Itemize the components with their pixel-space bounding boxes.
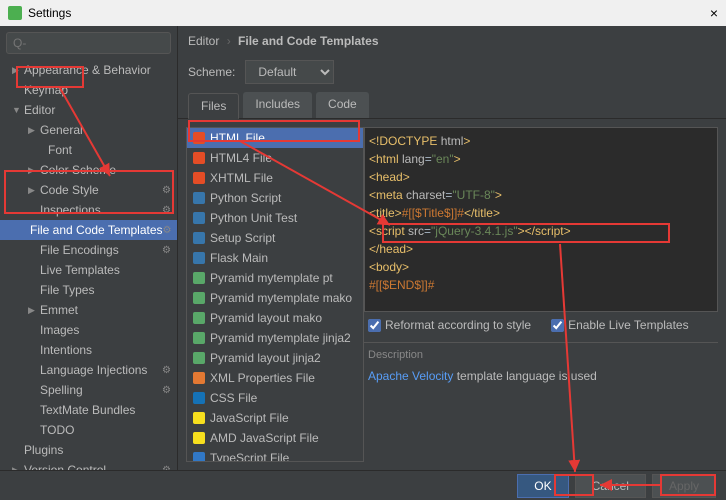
sidebar-item[interactable]: ▼Editor — [0, 100, 177, 120]
gear-icon: ⚙ — [162, 245, 171, 256]
sidebar-item[interactable]: File Encodings⚙ — [0, 240, 177, 260]
file-icon — [193, 352, 205, 364]
sidebar-item[interactable]: Images — [0, 320, 177, 340]
cancel-button[interactable]: Cancel — [575, 474, 646, 498]
file-icon — [193, 412, 205, 424]
template-item[interactable]: Pyramid layout jinja2 — [187, 348, 363, 368]
close-icon[interactable]: × — [710, 5, 718, 21]
sidebar-item[interactable]: ▶General — [0, 120, 177, 140]
sidebar-item[interactable]: Keymap — [0, 80, 177, 100]
search-input[interactable] — [6, 32, 171, 54]
template-item[interactable]: Pyramid mytemplate pt — [187, 268, 363, 288]
live-templates-option[interactable]: Enable Live Templates — [551, 318, 689, 332]
gear-icon: ⚙ — [162, 365, 171, 376]
title-bar: Settings × — [0, 0, 726, 26]
tabs: Files Includes Code — [178, 92, 726, 119]
sidebar-item[interactable]: ▶Color Scheme — [0, 160, 177, 180]
window-title: Settings — [28, 6, 71, 20]
gear-icon: ⚙ — [162, 385, 171, 396]
template-item[interactable]: TypeScript File — [187, 448, 363, 462]
sidebar-item[interactable]: Plugins — [0, 440, 177, 460]
gear-icon: ⚙ — [163, 225, 172, 236]
file-icon — [193, 392, 205, 404]
tab-includes[interactable]: Includes — [243, 92, 312, 118]
sidebar-item[interactable]: Live Templates — [0, 260, 177, 280]
template-item[interactable]: XHTML File — [187, 168, 363, 188]
gear-icon: ⚙ — [162, 185, 171, 196]
code-editor[interactable]: <!DOCTYPE html> <html lang="en"> <head> … — [364, 127, 718, 312]
template-item[interactable]: Setup Script — [187, 228, 363, 248]
file-icon — [193, 212, 205, 224]
sidebar-item[interactable]: TextMate Bundles — [0, 400, 177, 420]
template-item[interactable]: JavaScript File — [187, 408, 363, 428]
template-item[interactable]: Python Script — [187, 188, 363, 208]
template-item[interactable]: Python Unit Test — [187, 208, 363, 228]
reformat-option[interactable]: Reformat according to style — [368, 318, 531, 332]
template-item[interactable]: CSS File — [187, 388, 363, 408]
sidebar-item[interactable]: ▶Code Style⚙ — [0, 180, 177, 200]
template-item[interactable]: HTML File — [187, 128, 363, 148]
breadcrumb-current: File and Code Templates — [238, 34, 378, 48]
file-icon — [193, 192, 205, 204]
settings-tree: ▶Appearance & BehaviorKeymap▼Editor▶Gene… — [0, 60, 177, 470]
scheme-label: Scheme: — [188, 65, 235, 79]
description-body: Apache Velocity template language is use… — [368, 361, 714, 391]
settings-sidebar: ▶Appearance & BehaviorKeymap▼Editor▶Gene… — [0, 26, 178, 470]
content-pane: Editor › File and Code Templates Scheme:… — [178, 26, 726, 470]
file-icon — [193, 152, 205, 164]
file-icon — [193, 272, 205, 284]
file-icon — [193, 252, 205, 264]
sidebar-item[interactable]: ▶Version Control⚙ — [0, 460, 177, 470]
file-icon — [193, 232, 205, 244]
ok-button[interactable]: OK — [517, 474, 568, 498]
breadcrumb-root[interactable]: Editor — [188, 34, 219, 48]
sidebar-item[interactable]: TODO — [0, 420, 177, 440]
file-icon — [193, 372, 205, 384]
file-icon — [193, 452, 205, 462]
sidebar-item[interactable]: File Types — [0, 280, 177, 300]
sidebar-item[interactable]: Inspections⚙ — [0, 200, 177, 220]
file-icon — [193, 312, 205, 324]
description-title: Description — [368, 349, 714, 361]
template-item[interactable]: AMD JavaScript File — [187, 428, 363, 448]
tab-code[interactable]: Code — [316, 92, 369, 118]
template-item[interactable]: Flask Main — [187, 248, 363, 268]
template-item[interactable]: Pyramid mytemplate jinja2 — [187, 328, 363, 348]
chevron-right-icon: › — [227, 34, 231, 48]
file-icon — [193, 332, 205, 344]
live-checkbox[interactable] — [551, 319, 564, 332]
sidebar-item[interactable]: Spelling⚙ — [0, 380, 177, 400]
file-icon — [193, 432, 205, 444]
template-item[interactable]: HTML4 File — [187, 148, 363, 168]
template-list: HTML FileHTML4 FileXHTML FilePython Scri… — [186, 127, 364, 462]
template-item[interactable]: Pyramid mytemplate mako — [187, 288, 363, 308]
template-item[interactable]: XML Properties File — [187, 368, 363, 388]
file-icon — [193, 292, 205, 304]
apache-velocity-link[interactable]: Apache Velocity — [368, 369, 453, 383]
reformat-checkbox[interactable] — [368, 319, 381, 332]
sidebar-item[interactable]: ▶Emmet — [0, 300, 177, 320]
sidebar-item[interactable]: Language Injections⚙ — [0, 360, 177, 380]
file-icon — [193, 172, 205, 184]
gear-icon: ⚙ — [162, 205, 171, 216]
template-item[interactable]: Pyramid layout mako — [187, 308, 363, 328]
tab-files[interactable]: Files — [188, 93, 239, 119]
sidebar-item[interactable]: Intentions — [0, 340, 177, 360]
scheme-select[interactable]: Default — [245, 60, 334, 84]
breadcrumb: Editor › File and Code Templates — [178, 26, 726, 56]
sidebar-item[interactable]: ▶Appearance & Behavior — [0, 60, 177, 80]
sidebar-item[interactable]: Font — [0, 140, 177, 160]
dialog-buttons: OK Cancel Apply — [0, 470, 726, 500]
app-icon — [8, 6, 22, 20]
apply-button[interactable]: Apply — [652, 474, 716, 498]
sidebar-item[interactable]: File and Code Templates⚙ — [0, 220, 177, 240]
file-icon — [193, 132, 205, 144]
